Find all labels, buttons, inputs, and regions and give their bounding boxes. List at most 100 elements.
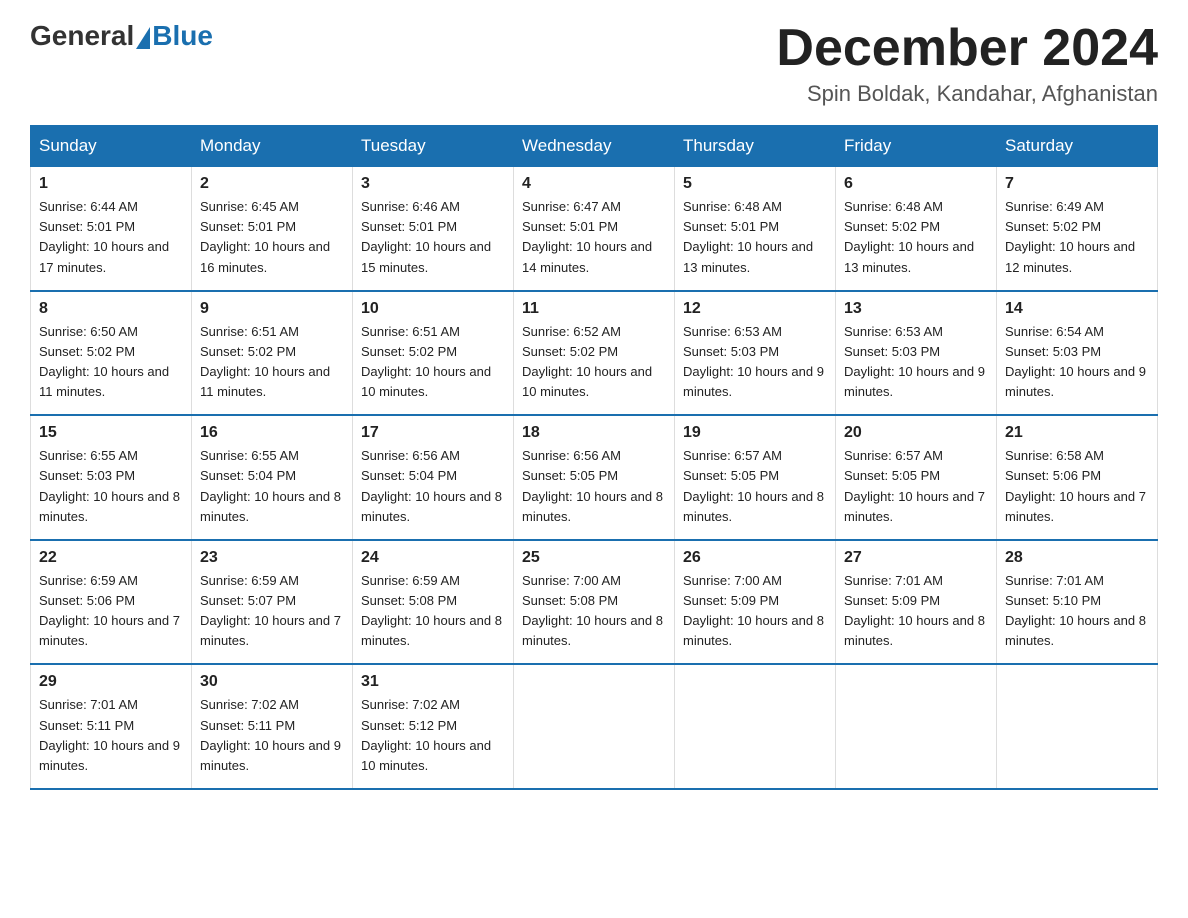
day-info: Sunrise: 6:47 AMSunset: 5:01 PMDaylight:… [522,197,666,278]
calendar-week-row: 29 Sunrise: 7:01 AMSunset: 5:11 PMDaylig… [31,664,1158,789]
day-info: Sunrise: 6:44 AMSunset: 5:01 PMDaylight:… [39,197,183,278]
day-info: Sunrise: 6:52 AMSunset: 5:02 PMDaylight:… [522,322,666,403]
calendar-week-row: 1 Sunrise: 6:44 AMSunset: 5:01 PMDayligh… [31,167,1158,291]
calendar-header-sunday: Sunday [31,126,192,167]
day-number: 15 [39,424,183,442]
calendar-cell: 7 Sunrise: 6:49 AMSunset: 5:02 PMDayligh… [997,167,1158,291]
day-number: 4 [522,175,666,193]
day-number: 1 [39,175,183,193]
day-number: 20 [844,424,988,442]
logo-blue-text: Blue [152,20,213,52]
calendar-cell: 10 Sunrise: 6:51 AMSunset: 5:02 PMDaylig… [353,291,514,416]
calendar-cell: 17 Sunrise: 6:56 AMSunset: 5:04 PMDaylig… [353,415,514,540]
calendar-cell: 18 Sunrise: 6:56 AMSunset: 5:05 PMDaylig… [514,415,675,540]
title-section: December 2024 Spin Boldak, Kandahar, Afg… [776,20,1158,107]
day-number: 30 [200,673,344,691]
day-number: 3 [361,175,505,193]
day-info: Sunrise: 7:01 AMSunset: 5:10 PMDaylight:… [1005,571,1149,652]
day-number: 23 [200,549,344,567]
calendar-cell: 3 Sunrise: 6:46 AMSunset: 5:01 PMDayligh… [353,167,514,291]
day-info: Sunrise: 6:51 AMSunset: 5:02 PMDaylight:… [200,322,344,403]
day-number: 18 [522,424,666,442]
calendar-cell [836,664,997,789]
logo-triangle-icon [136,27,150,49]
day-number: 29 [39,673,183,691]
day-number: 12 [683,300,827,318]
day-number: 25 [522,549,666,567]
calendar-cell [675,664,836,789]
calendar-header-friday: Friday [836,126,997,167]
logo: General Blue [30,20,213,52]
day-info: Sunrise: 6:59 AMSunset: 5:07 PMDaylight:… [200,571,344,652]
calendar-header-wednesday: Wednesday [514,126,675,167]
day-info: Sunrise: 6:48 AMSunset: 5:01 PMDaylight:… [683,197,827,278]
day-info: Sunrise: 7:00 AMSunset: 5:09 PMDaylight:… [683,571,827,652]
day-info: Sunrise: 6:55 AMSunset: 5:03 PMDaylight:… [39,446,183,527]
day-info: Sunrise: 7:01 AMSunset: 5:09 PMDaylight:… [844,571,988,652]
day-number: 9 [200,300,344,318]
day-number: 27 [844,549,988,567]
day-number: 8 [39,300,183,318]
calendar-header-row: SundayMondayTuesdayWednesdayThursdayFrid… [31,126,1158,167]
calendar-header-monday: Monday [192,126,353,167]
calendar-cell: 5 Sunrise: 6:48 AMSunset: 5:01 PMDayligh… [675,167,836,291]
calendar-cell: 22 Sunrise: 6:59 AMSunset: 5:06 PMDaylig… [31,540,192,665]
day-number: 13 [844,300,988,318]
day-number: 17 [361,424,505,442]
calendar-cell: 14 Sunrise: 6:54 AMSunset: 5:03 PMDaylig… [997,291,1158,416]
calendar-cell: 16 Sunrise: 6:55 AMSunset: 5:04 PMDaylig… [192,415,353,540]
calendar-cell: 9 Sunrise: 6:51 AMSunset: 5:02 PMDayligh… [192,291,353,416]
day-info: Sunrise: 6:56 AMSunset: 5:04 PMDaylight:… [361,446,505,527]
day-info: Sunrise: 6:46 AMSunset: 5:01 PMDaylight:… [361,197,505,278]
day-info: Sunrise: 6:51 AMSunset: 5:02 PMDaylight:… [361,322,505,403]
calendar-cell [514,664,675,789]
calendar-cell: 30 Sunrise: 7:02 AMSunset: 5:11 PMDaylig… [192,664,353,789]
day-info: Sunrise: 7:01 AMSunset: 5:11 PMDaylight:… [39,695,183,776]
day-number: 16 [200,424,344,442]
day-info: Sunrise: 6:55 AMSunset: 5:04 PMDaylight:… [200,446,344,527]
day-info: Sunrise: 6:54 AMSunset: 5:03 PMDaylight:… [1005,322,1149,403]
day-number: 7 [1005,175,1149,193]
calendar-cell: 15 Sunrise: 6:55 AMSunset: 5:03 PMDaylig… [31,415,192,540]
calendar-cell: 11 Sunrise: 6:52 AMSunset: 5:02 PMDaylig… [514,291,675,416]
day-info: Sunrise: 6:57 AMSunset: 5:05 PMDaylight:… [683,446,827,527]
calendar-cell: 6 Sunrise: 6:48 AMSunset: 5:02 PMDayligh… [836,167,997,291]
day-number: 26 [683,549,827,567]
day-number: 2 [200,175,344,193]
day-info: Sunrise: 6:53 AMSunset: 5:03 PMDaylight:… [844,322,988,403]
calendar-week-row: 15 Sunrise: 6:55 AMSunset: 5:03 PMDaylig… [31,415,1158,540]
day-info: Sunrise: 6:53 AMSunset: 5:03 PMDaylight:… [683,322,827,403]
calendar-week-row: 8 Sunrise: 6:50 AMSunset: 5:02 PMDayligh… [31,291,1158,416]
day-info: Sunrise: 7:00 AMSunset: 5:08 PMDaylight:… [522,571,666,652]
calendar-cell: 25 Sunrise: 7:00 AMSunset: 5:08 PMDaylig… [514,540,675,665]
calendar-cell: 12 Sunrise: 6:53 AMSunset: 5:03 PMDaylig… [675,291,836,416]
calendar-cell: 21 Sunrise: 6:58 AMSunset: 5:06 PMDaylig… [997,415,1158,540]
day-number: 21 [1005,424,1149,442]
calendar-week-row: 22 Sunrise: 6:59 AMSunset: 5:06 PMDaylig… [31,540,1158,665]
day-number: 28 [1005,549,1149,567]
day-info: Sunrise: 6:58 AMSunset: 5:06 PMDaylight:… [1005,446,1149,527]
day-number: 24 [361,549,505,567]
calendar-header-saturday: Saturday [997,126,1158,167]
calendar-header-tuesday: Tuesday [353,126,514,167]
calendar-cell: 28 Sunrise: 7:01 AMSunset: 5:10 PMDaylig… [997,540,1158,665]
day-number: 14 [1005,300,1149,318]
day-number: 31 [361,673,505,691]
day-info: Sunrise: 6:49 AMSunset: 5:02 PMDaylight:… [1005,197,1149,278]
calendar-cell: 8 Sunrise: 6:50 AMSunset: 5:02 PMDayligh… [31,291,192,416]
day-number: 11 [522,300,666,318]
calendar-cell: 19 Sunrise: 6:57 AMSunset: 5:05 PMDaylig… [675,415,836,540]
day-info: Sunrise: 6:48 AMSunset: 5:02 PMDaylight:… [844,197,988,278]
day-info: Sunrise: 6:59 AMSunset: 5:06 PMDaylight:… [39,571,183,652]
day-info: Sunrise: 7:02 AMSunset: 5:12 PMDaylight:… [361,695,505,776]
day-number: 10 [361,300,505,318]
day-info: Sunrise: 7:02 AMSunset: 5:11 PMDaylight:… [200,695,344,776]
calendar-cell: 20 Sunrise: 6:57 AMSunset: 5:05 PMDaylig… [836,415,997,540]
calendar-cell: 2 Sunrise: 6:45 AMSunset: 5:01 PMDayligh… [192,167,353,291]
calendar-cell: 23 Sunrise: 6:59 AMSunset: 5:07 PMDaylig… [192,540,353,665]
day-number: 19 [683,424,827,442]
calendar-cell: 24 Sunrise: 6:59 AMSunset: 5:08 PMDaylig… [353,540,514,665]
calendar-cell: 27 Sunrise: 7:01 AMSunset: 5:09 PMDaylig… [836,540,997,665]
calendar-cell [997,664,1158,789]
day-number: 22 [39,549,183,567]
